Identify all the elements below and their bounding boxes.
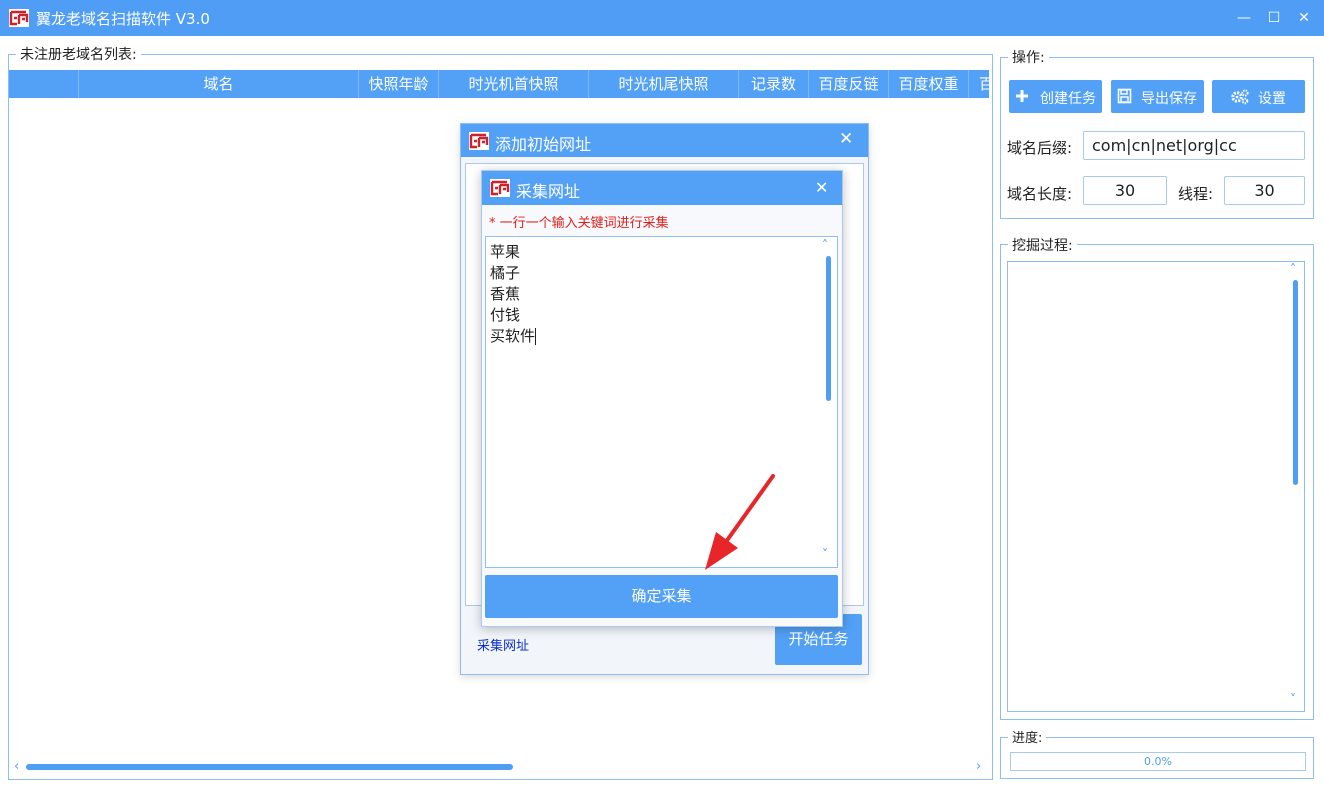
threads-value: 30 xyxy=(1254,181,1275,200)
column-header-snapshot-age[interactable]: 快照年龄 xyxy=(359,70,439,98)
keyword-line: 付钱 xyxy=(490,306,521,324)
suffix-label: 域名后缀: xyxy=(1007,139,1073,157)
keyword-line-text: 买软件 xyxy=(490,327,536,345)
length-label: 域名长度: xyxy=(1007,185,1073,203)
domain-list-legend: 未注册老域名列表: xyxy=(16,44,141,64)
column-header-first-snapshot[interactable]: 时光机首快照 xyxy=(439,70,589,98)
add-initial-url-title: 添加初始网址 xyxy=(495,135,592,154)
column-header-baidu-weight[interactable]: 百度权重 xyxy=(889,70,969,98)
gears-icon xyxy=(1231,89,1249,105)
plus-icon xyxy=(1016,90,1028,102)
close-button[interactable]: ✕ xyxy=(1293,8,1315,28)
collect-url-link[interactable]: 采集网址 xyxy=(477,635,529,654)
create-task-button[interactable]: 创建任务 xyxy=(1009,80,1102,113)
textarea-scroll-down-icon[interactable]: ˅ xyxy=(822,547,828,561)
maximize-button[interactable]: ☐ xyxy=(1263,8,1285,28)
mining-log-scroll-thumb[interactable] xyxy=(1293,280,1298,485)
progress-text: 0.0% xyxy=(1144,755,1172,768)
horizontal-scroll-thumb[interactable] xyxy=(26,764,513,770)
suffix-input[interactable]: com|cn|net|org|cc xyxy=(1083,131,1305,160)
mining-process-legend: 挖掘过程: xyxy=(1008,235,1077,255)
keyword-line: 香蕉 xyxy=(490,285,521,303)
collect-url-close-icon[interactable]: ✕ xyxy=(815,178,828,197)
threads-input[interactable]: 30 xyxy=(1224,176,1305,205)
scroll-right-icon[interactable]: › xyxy=(976,759,981,774)
column-header-domain[interactable]: 域名 xyxy=(79,70,359,98)
minimize-button[interactable]: — xyxy=(1233,8,1255,28)
column-header-record-count[interactable]: 记录数 xyxy=(739,70,809,98)
create-task-label: 创建任务 xyxy=(1040,91,1096,107)
collect-hint: * 一行一个输入关键词进行采集 xyxy=(489,216,669,231)
scroll-up-icon[interactable]: ˄ xyxy=(1290,262,1296,276)
mining-log-area[interactable] xyxy=(1007,261,1305,712)
add-initial-url-close-icon[interactable]: ✕ xyxy=(839,129,853,149)
column-header-baidu-backlinks[interactable]: 百度反链 xyxy=(809,70,889,98)
keyword-line: 买软件 xyxy=(490,325,537,346)
settings-button[interactable]: 设置 xyxy=(1212,80,1305,113)
column-header-last-snapshot[interactable]: 时光机尾快照 xyxy=(589,70,739,98)
textarea-scroll-thumb[interactable] xyxy=(826,256,831,401)
scroll-down-icon[interactable]: ˅ xyxy=(1290,692,1296,706)
window-title: 翼龙老域名扫描软件 V3.0 xyxy=(36,10,210,28)
scroll-left-icon[interactable]: ‹ xyxy=(14,759,19,774)
dialog-logo-icon xyxy=(469,132,489,150)
domain-table-header: 域名 快照年龄 时光机首快照 时光机尾快照 记录数 百度反链 百度权重 百 xyxy=(9,70,989,98)
confirm-collect-button[interactable]: 确定采集 xyxy=(485,575,838,618)
keywords-textarea[interactable]: 苹果 橘子 香蕉 付钱 买软件 xyxy=(485,236,838,568)
length-input[interactable]: 30 xyxy=(1083,176,1167,205)
suffix-value: com|cn|net|org|cc xyxy=(1092,136,1237,155)
keyword-line: 苹果 xyxy=(490,243,521,261)
annotation-arrow-icon xyxy=(705,474,775,570)
save-icon xyxy=(1117,88,1132,104)
settings-label: 设置 xyxy=(1258,91,1286,107)
progress-legend: 进度: xyxy=(1008,727,1047,746)
threads-label: 线程: xyxy=(1178,185,1214,203)
column-header-more[interactable]: 百 xyxy=(969,70,989,98)
export-save-label: 导出保存 xyxy=(1141,91,1197,107)
text-cursor xyxy=(535,328,537,345)
app-logo-icon xyxy=(9,9,29,27)
collect-dialog-logo-icon xyxy=(490,179,510,197)
keyword-line: 橘子 xyxy=(490,264,521,282)
progress-bar: 0.0% xyxy=(1010,752,1306,771)
textarea-scroll-up-icon[interactable]: ˄ xyxy=(822,238,828,252)
length-value: 30 xyxy=(1114,181,1136,200)
operations-legend: 操作: xyxy=(1008,47,1049,67)
column-header-index[interactable] xyxy=(9,70,79,98)
export-save-button[interactable]: 导出保存 xyxy=(1111,80,1204,113)
collect-url-title: 采集网址 xyxy=(516,182,581,201)
